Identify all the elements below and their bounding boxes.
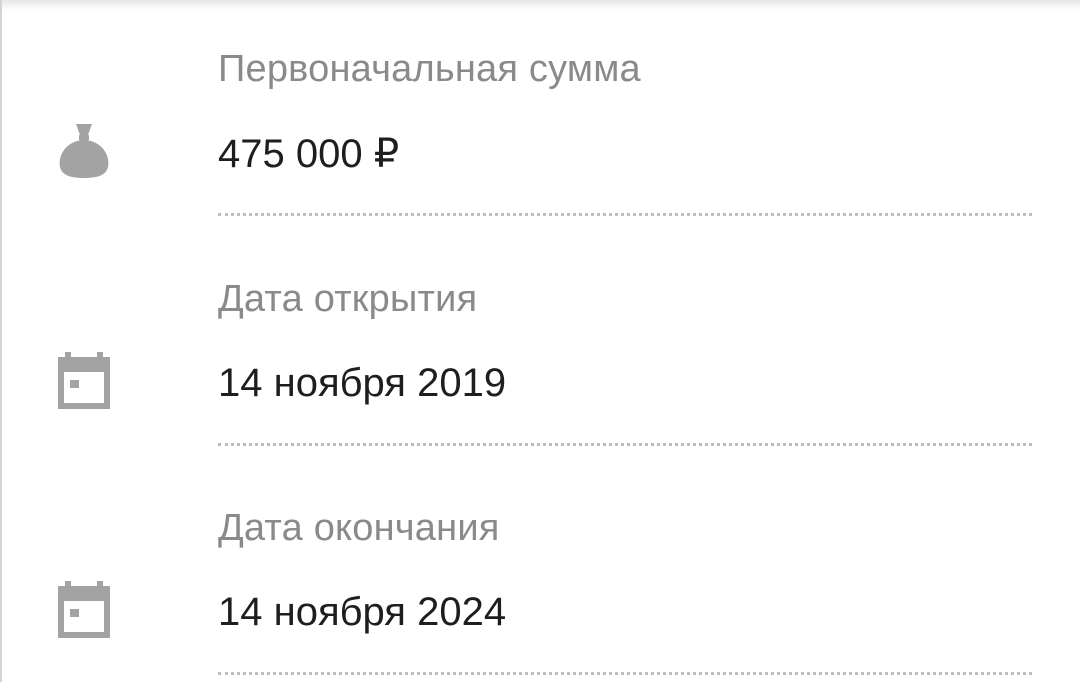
field-label: Дата открытия (218, 278, 478, 320)
calendar-icon (56, 352, 112, 410)
field-row-end-date: Дата окончания 14 ноября 2024 (0, 0, 1080, 675)
field-label: Дата окончания (218, 507, 500, 549)
field-value: 14 ноября 2019 (218, 361, 507, 405)
deposit-details: Первоначальная сумма 475 000 ₽ Дата откр… (0, 0, 1080, 682)
field-value: 14 ноября 2024 (218, 590, 507, 634)
calendar-icon (56, 581, 112, 639)
field-divider (218, 672, 1032, 675)
field-divider (218, 443, 1032, 446)
